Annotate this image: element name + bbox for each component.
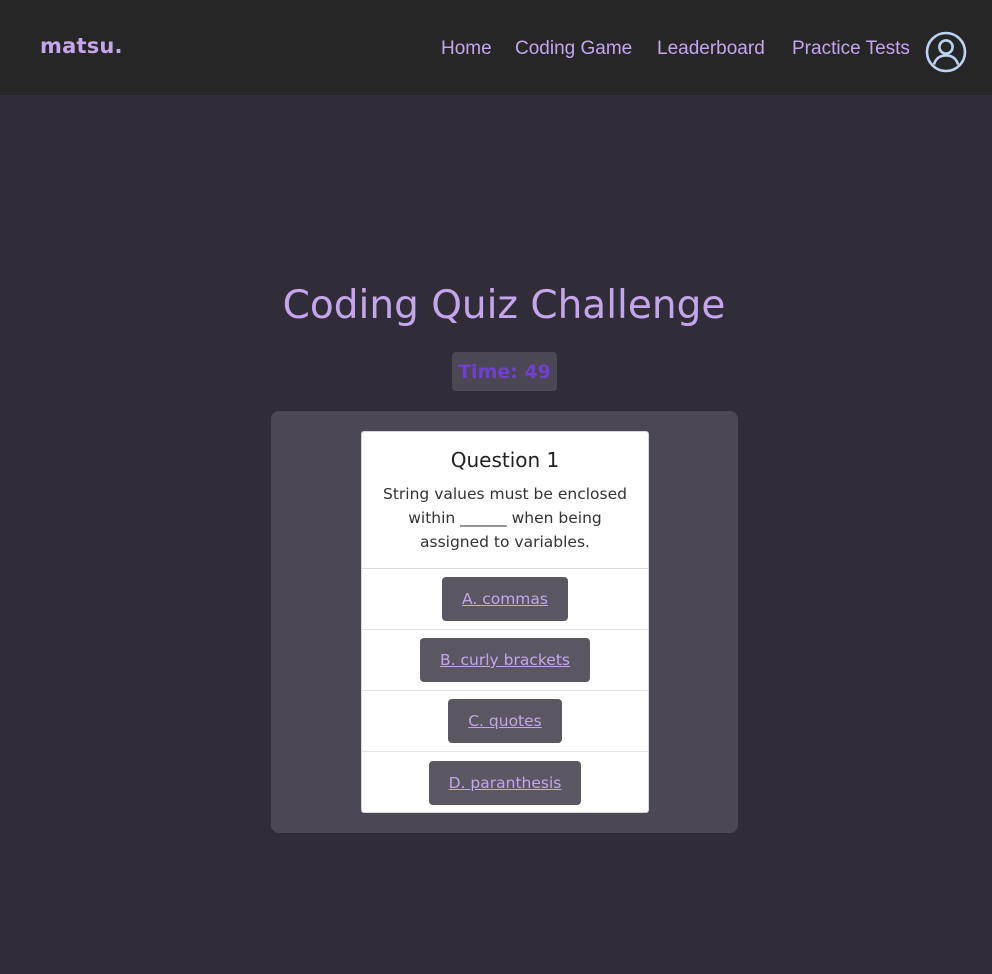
user-circle-icon[interactable] — [925, 31, 967, 73]
answer-button-b[interactable]: B. curly brackets — [420, 638, 590, 682]
nav-link-leaderboard[interactable]: Leaderboard — [657, 38, 765, 60]
answer-row: D. paranthesis — [362, 752, 648, 812]
question-title: Question 1 — [450, 448, 560, 472]
answer-button-c[interactable]: C. quotes — [448, 699, 562, 743]
brand-logo[interactable]: matsu. — [40, 34, 123, 58]
question-header: Question 1 String values must be enclose… — [362, 432, 648, 569]
page-title: Coding Quiz Challenge — [282, 283, 726, 328]
answer-row: A. commas — [362, 569, 648, 630]
brand-dot: . — [114, 34, 123, 58]
question-text: String values must be enclosed within __… — [383, 485, 627, 551]
navbar: matsu. Home Coding Game Leaderboard Prac… — [0, 0, 992, 95]
answer-row: C. quotes — [362, 691, 648, 752]
answer-button-d[interactable]: D. paranthesis — [428, 760, 582, 805]
quiz-panel: Question 1 String values must be enclose… — [271, 411, 738, 833]
nav-link-practice-tests[interactable]: Practice Tests — [792, 38, 910, 60]
answer-button-a[interactable]: A. commas — [442, 577, 568, 621]
nav-link-home[interactable]: Home — [441, 38, 492, 60]
nav-link-coding-game[interactable]: Coding Game — [515, 38, 632, 60]
question-card: Question 1 String values must be enclose… — [361, 431, 649, 813]
answer-row: B. curly brackets — [362, 630, 648, 691]
brand-name: matsu — [40, 34, 115, 58]
timer-badge: Time: 49 — [452, 352, 557, 391]
